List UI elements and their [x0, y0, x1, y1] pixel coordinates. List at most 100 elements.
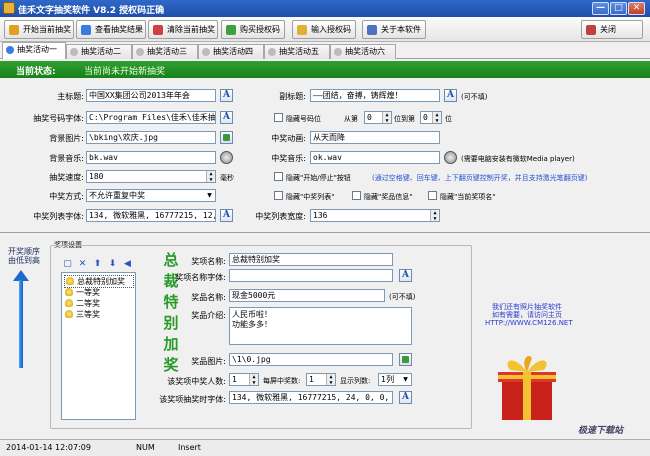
arrow-left-icon[interactable]: ◀: [122, 259, 133, 270]
count-input[interactable]: 1 ▲ ▼: [229, 373, 259, 386]
tab-activity-5[interactable]: 抽奖活动五: [264, 44, 330, 59]
up-arrow-icon: [13, 270, 29, 368]
per-draw-input[interactable]: 1 ▲ ▼: [306, 373, 336, 386]
tab-activity-1[interactable]: 抽奖活动一: [2, 42, 66, 59]
intro-textarea[interactable]: 人民币啦！ 功能多多！: [229, 307, 412, 345]
bell-icon: [65, 288, 73, 296]
tree-item[interactable]: 二等奖: [64, 298, 100, 309]
about-button[interactable]: 关于本软件: [362, 20, 426, 39]
delete-icon[interactable]: ✕: [77, 259, 88, 270]
bell-icon: [65, 299, 73, 307]
number-font-input[interactable]: C:\Program Files\佳禾\佳禾抽号抽奖: [86, 111, 216, 124]
item-input[interactable]: 现金5000元: [229, 289, 385, 302]
bg-music-input[interactable]: bk.wav: [86, 151, 216, 164]
hide-start-stop-checkbox[interactable]: [274, 172, 283, 181]
per-draw-spin-icon[interactable]: ▲ ▼: [326, 374, 335, 385]
to-label: 位到第: [394, 115, 415, 123]
tree-item[interactable]: 一等奖: [64, 287, 100, 298]
cart-icon: [226, 25, 236, 35]
intro-label: 奖品介绍:: [191, 311, 226, 320]
promo-text[interactable]: 我们还有照片抽奖软件 如有需要，请访问主页 HTTP://WWW.CM126.N…: [485, 303, 573, 327]
prize-image-picker-icon[interactable]: [399, 353, 412, 366]
pin-icon: [334, 48, 342, 56]
results-icon: [81, 25, 91, 35]
prize-tree[interactable]: 总裁特别加奖 一等奖 二等奖 三等奖: [61, 272, 136, 420]
maximize-button[interactable]: □: [610, 2, 627, 15]
columns-select[interactable]: 1列 ▼: [378, 373, 412, 386]
enter-license-button[interactable]: 输入授权码: [292, 20, 356, 39]
width-spin-icon[interactable]: ▲ ▼: [430, 210, 439, 221]
window-close-button[interactable]: ✕: [628, 2, 645, 15]
hide-start-stop-label: 隐藏"开始/停止"按钮: [286, 174, 351, 182]
prize-name-font-input[interactable]: [229, 269, 393, 282]
mode-select[interactable]: 不允许重复中奖 ▼: [86, 189, 216, 202]
bg-image-label: 背景图片:: [49, 134, 84, 143]
count-spin-icon[interactable]: ▲ ▼: [249, 374, 258, 385]
tab-activity-4[interactable]: 抽奖活动四: [198, 44, 264, 59]
to-position-input[interactable]: 0 ▲ ▼: [420, 111, 442, 124]
watermark: 极速下载站: [578, 426, 624, 436]
prize-list-font-input[interactable]: 134, 微软雅黑, 16777215, 24, 0, 0, 0, 0: [229, 391, 393, 404]
image-picker-icon[interactable]: [220, 131, 233, 144]
arrow-down-icon[interactable]: ⬇: [107, 259, 118, 270]
sub-title-input[interactable]: ——团结，奋搏，铸辉煌！: [310, 89, 440, 102]
play-win-music-icon[interactable]: [444, 151, 457, 164]
tree-item[interactable]: 三等奖: [64, 309, 100, 320]
title-bar[interactable]: 佳禾文字抽奖软件 V8.2 授权码正确 — □ ✕: [0, 0, 650, 17]
hide-list-checkbox[interactable]: [274, 191, 283, 200]
tab-activity-3[interactable]: 抽奖活动三: [132, 44, 198, 59]
win-music-input[interactable]: ok.wav: [310, 151, 440, 164]
new-icon[interactable]: ▢: [62, 259, 73, 270]
app-icon: [3, 2, 15, 14]
prize-image-input[interactable]: \1\0.jpg: [229, 353, 393, 366]
win-anim-select[interactable]: 从天而降: [310, 131, 440, 144]
info-icon: [367, 25, 377, 35]
view-results-button[interactable]: 查看抽奖结果: [76, 20, 146, 39]
count-label: 该奖项中奖人数:: [167, 377, 226, 386]
win-anim-label: 中奖动画:: [271, 134, 306, 143]
speed-input[interactable]: 180 ▲ ▼: [86, 170, 216, 183]
prize-font-button[interactable]: A: [399, 269, 412, 282]
speed-spin-icon[interactable]: ▲ ▼: [206, 171, 215, 182]
status-label: 当前状态:: [16, 67, 56, 77]
number-font-label: 抽奖号码字体:: [33, 114, 84, 123]
main-title-input[interactable]: 中国XX集团公司2013年年会: [86, 89, 216, 102]
win-music-label: 中奖音乐:: [271, 154, 306, 163]
hide-info-label: 隐藏"奖品信息": [364, 193, 413, 201]
arrow-up-icon[interactable]: ⬆: [92, 259, 103, 270]
list-font-input[interactable]: 134, 微软雅黑, 16777215, 12, 1, 0, 0, 0: [86, 209, 216, 222]
start-stop-note: (通过空格键、回车键、上下翻页键控制开奖，并且支持激光笔翻页键): [372, 174, 588, 182]
pin-icon: [202, 48, 210, 56]
hide-name-checkbox[interactable]: [428, 191, 437, 200]
hide-info-checkbox[interactable]: [352, 191, 361, 200]
prize-name-input[interactable]: 总裁特别加奖: [229, 253, 393, 266]
from-spin-icon[interactable]: ▲ ▼: [382, 112, 391, 123]
main-title-font-button[interactable]: A: [220, 89, 233, 102]
status-value: 当前尚未开始新抽奖: [84, 67, 166, 77]
chevron-down-icon: ▼: [207, 192, 212, 199]
bg-image-input[interactable]: \bking\欢庆.jpg: [86, 131, 216, 144]
buy-license-button[interactable]: 购买授权码: [221, 20, 285, 39]
start-draw-button[interactable]: 开始当前抽奖: [4, 20, 74, 39]
list-font-button[interactable]: A: [220, 209, 233, 222]
to-spin-icon[interactable]: ▲ ▼: [432, 112, 441, 123]
per-draw-label: 每屏中奖数:: [263, 377, 301, 385]
pin-icon: [136, 48, 144, 56]
play-bg-music-icon[interactable]: [220, 151, 233, 164]
tab-activity-2[interactable]: 抽奖活动二: [66, 44, 132, 59]
main-title-label: 主标题:: [57, 92, 84, 101]
hide-number-label: 隐藏号码位: [286, 115, 321, 123]
minimize-button[interactable]: —: [592, 2, 609, 15]
prize-list-font-button[interactable]: A: [399, 391, 412, 404]
hide-number-checkbox[interactable]: [274, 113, 283, 122]
list-width-input[interactable]: 136 ▲ ▼: [310, 209, 440, 222]
start-icon: [9, 25, 19, 35]
clear-icon: [153, 25, 163, 35]
from-position-input[interactable]: 0 ▲ ▼: [364, 111, 392, 124]
clear-draw-button[interactable]: 清除当前抽奖: [148, 20, 218, 39]
number-font-button[interactable]: A: [220, 111, 233, 124]
close-button[interactable]: 关闭: [581, 20, 643, 39]
key-icon: [297, 25, 307, 35]
sub-title-font-button[interactable]: A: [444, 89, 457, 102]
tab-activity-6[interactable]: 抽奖活动六: [330, 44, 396, 59]
